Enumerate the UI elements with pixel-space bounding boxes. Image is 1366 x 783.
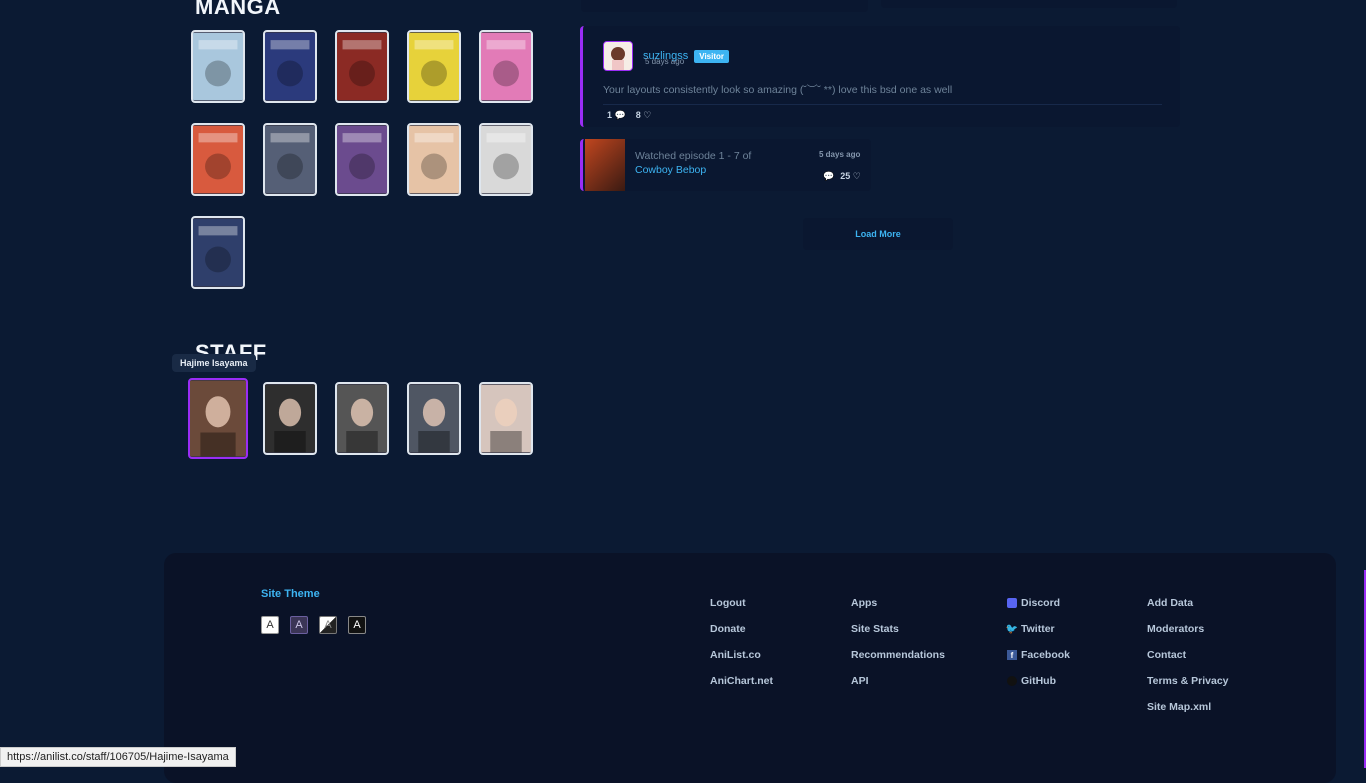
staff-portrait-2[interactable] [263,382,317,455]
facebook-icon: f [1007,650,1017,660]
load-more-button[interactable]: Load More [803,218,953,250]
site-theme-title: Site Theme [261,588,320,600]
manga-cover-9[interactable] [407,123,461,196]
theme-contrast[interactable]: A [290,616,308,634]
staff-portrait-4[interactable] [407,382,461,455]
heart-icon: ♡ [852,171,861,181]
manga-cover-2[interactable] [263,30,317,103]
activity-card-clipped [581,0,868,12]
footer-logout-link[interactable]: Logout [710,597,773,609]
like-count[interactable]: 8 ♡ [636,110,652,121]
staff-portrait-3[interactable] [335,382,389,455]
footer-add-data-link[interactable]: Add Data [1147,597,1229,609]
watch-text: Watched episode 1 - 7 of [635,150,752,162]
manga-cover-10[interactable] [479,123,533,196]
footer-sitemap-link[interactable]: Site Map.xml [1147,701,1229,713]
visitor-badge: Visitor [694,49,729,63]
heart-icon: ♡ [643,110,652,120]
footer-terms-link[interactable]: Terms & Privacy [1147,675,1229,687]
footer-apps-link[interactable]: Apps [851,597,945,609]
activity-watch-card: Watched episode 1 - 7 of Cowboy Bebop 5 … [580,139,871,191]
status-bar-url: https://anilist.co/staff/106705/Hajime-I… [0,747,236,767]
manga-cover-11[interactable] [191,216,245,289]
footer-api-link[interactable]: API [851,675,945,687]
theme-dark[interactable]: A [348,616,366,634]
activity-comment-card: suzlingss Visitor 5 days ago Your layout… [580,26,1180,127]
comment-divider [603,104,1162,105]
github-icon [1007,676,1017,686]
watch-like-count[interactable]: 25 ♡ [840,171,861,182]
reply-icon: 💬 [614,110,626,120]
footer-github-link[interactable]: GitHub [1007,675,1070,687]
twitter-icon: 🐦 [1005,623,1019,635]
anime-cover[interactable] [585,139,625,191]
footer-anichart-link[interactable]: AniChart.net [710,675,773,687]
staff-tooltip: Hajime Isayama [172,354,256,372]
activity-card-clipped-2 [881,0,1177,8]
anime-title-link[interactable]: Cowboy Bebop [635,164,751,176]
manga-cover-5[interactable] [479,30,533,103]
footer-contact-link[interactable]: Contact [1147,649,1229,661]
manga-cover-1[interactable] [191,30,245,103]
footer-facebook-link[interactable]: f Facebook [1007,649,1070,661]
footer-discord-link[interactable]: Discord [1007,597,1070,609]
watch-time: 5 days ago [819,150,861,159]
staff-portrait-5[interactable] [479,382,533,455]
site-footer: Site Theme A A A A Logout Donate AniList… [164,553,1336,783]
manga-cover-3[interactable] [335,30,389,103]
footer-recommendations-link[interactable]: Recommendations [851,649,945,661]
reply-count[interactable]: 1 💬 [607,110,626,121]
footer-site-stats-link[interactable]: Site Stats [851,623,945,635]
manga-cover-7[interactable] [263,123,317,196]
comment-time: 5 days ago [645,57,685,66]
comment-text: Your layouts consistently look so amazin… [603,84,953,96]
manga-section-title: MANGA [195,0,281,19]
theme-dark-alt[interactable]: A [319,616,337,634]
manga-cover-4[interactable] [407,30,461,103]
footer-moderators-link[interactable]: Moderators [1147,623,1229,635]
theme-default[interactable]: A [261,616,279,634]
reply-icon[interactable]: 💬 [823,171,834,182]
manga-cover-8[interactable] [335,123,389,196]
staff-portrait-1[interactable] [188,378,248,459]
discord-icon [1007,598,1017,608]
footer-anilist-link[interactable]: AniList.co [710,649,773,661]
footer-twitter-link[interactable]: 🐦 Twitter [1005,623,1070,635]
footer-donate-link[interactable]: Donate [710,623,773,635]
user-avatar[interactable] [603,41,633,71]
manga-cover-6[interactable] [191,123,245,196]
